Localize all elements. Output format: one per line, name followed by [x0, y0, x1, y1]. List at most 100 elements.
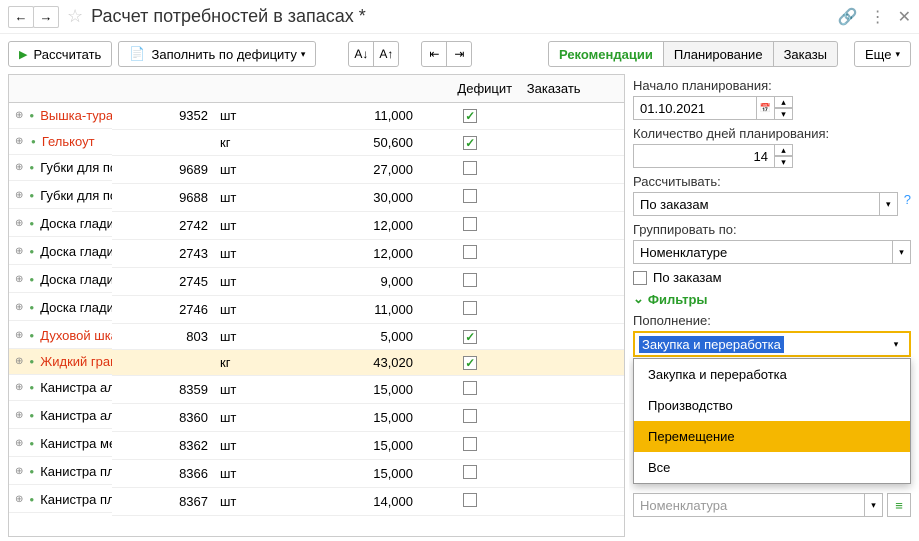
col-unit[interactable]	[400, 75, 443, 103]
expand-icon[interactable]: ⊕	[15, 494, 23, 505]
table-row[interactable]: ⊕●Губки для посуды "КУХОНЬЧИК" 3 шт/упак…	[9, 155, 624, 183]
fill-deficit-button[interactable]: 📄 Заполнить по дефициту ▾	[118, 41, 316, 67]
expand-icon[interactable]: ⊕	[15, 356, 23, 367]
group-select[interactable]: Номенклатуре	[633, 240, 893, 264]
tab-planning[interactable]: Планирование	[663, 41, 774, 67]
days-down[interactable]: ▾	[775, 156, 793, 168]
expand-icon[interactable]: ⊕	[15, 136, 25, 147]
table-row[interactable]: ⊕●Жидкий гранит (наполнитель)кг43,020	[9, 349, 624, 375]
outdent-button[interactable]: ⇤	[421, 41, 447, 67]
indent-button[interactable]: ⇥	[446, 41, 472, 67]
item-name: Доска гладильная НИКА ГРАНД (МЕТАЛЛ)	[40, 272, 111, 287]
expand-icon[interactable]: ⊕	[15, 466, 23, 477]
table-row[interactable]: ⊕●Канистра металлическая крашеная (Росси…	[9, 431, 624, 459]
order-checkbox[interactable]	[463, 245, 477, 259]
fill-option[interactable]: Все	[634, 452, 910, 483]
sort-asc-button[interactable]: А↓	[348, 41, 374, 67]
order-checkbox[interactable]	[463, 437, 477, 451]
table-row[interactable]: ⊕●Канистра пластмассовая (Россия), 21,58…	[9, 459, 624, 487]
table-row[interactable]: ⊕●Доска гладильная НИКА ГРАНД (МЕТАЛЛ)27…	[9, 267, 624, 295]
expand-icon[interactable]: ⊕	[15, 110, 23, 121]
fill-option[interactable]: Перемещение	[634, 421, 910, 452]
list-icon[interactable]: ≡	[887, 493, 911, 517]
col-name[interactable]	[9, 75, 345, 103]
order-checkbox[interactable]	[463, 330, 477, 344]
order-checkbox[interactable]	[463, 217, 477, 231]
side-panel: Начало планирования: 01.10.2021 📅 ▴ ▾ Ко…	[629, 74, 919, 541]
col-deficit[interactable]: Дефицит	[443, 75, 518, 103]
expand-icon[interactable]: ⊕	[15, 218, 23, 229]
table-row[interactable]: ⊕●Канистра пластмассовая (Россия), 31,5 …	[9, 487, 624, 515]
item-name: Губки для посуды РУССКАЯ ТРОЙКА 3шт/у…	[40, 188, 111, 203]
more-button[interactable]: Еще	[854, 41, 911, 67]
item-code	[112, 349, 215, 375]
sort-desc-button[interactable]: А↑	[373, 41, 399, 67]
days-input[interactable]: 14	[633, 144, 775, 168]
expand-icon[interactable]: ⊕	[15, 382, 23, 393]
nomenclature-input[interactable]: Номенклатура	[633, 493, 865, 517]
calc-dropdown-icon[interactable]: ▾	[880, 192, 898, 216]
expand-icon[interactable]: ⊕	[15, 246, 23, 257]
expand-icon[interactable]: ⊕	[15, 274, 23, 285]
order-checkbox[interactable]	[463, 465, 477, 479]
fill-option[interactable]: Производство	[634, 390, 910, 421]
table-row[interactable]: ⊕●Канистра алюминевая (Россия), 20 л.836…	[9, 403, 624, 431]
order-checkbox[interactable]	[463, 136, 477, 150]
table-row[interactable]: ⊕●Доска гладильная НИКА 10 (МЕТАЛЛ)2742ш…	[9, 211, 624, 239]
calendar-icon[interactable]: 📅	[757, 96, 775, 120]
expand-icon[interactable]: ⊕	[15, 302, 23, 313]
table-row[interactable]: ⊕●Доска гладильная НИКА 11 (МЕТАЛЛ)2743ш…	[9, 239, 624, 267]
table-row[interactable]: ⊕●Гелькоуткг50,600	[9, 129, 624, 155]
expand-icon[interactable]: ⊕	[15, 410, 23, 421]
fill-dropdown-icon[interactable]: ▾	[887, 339, 905, 350]
item-name: Канистра алюминевая (Россия), 10 л	[40, 380, 111, 395]
forward-button[interactable]: →	[33, 6, 59, 28]
close-icon[interactable]: ✕	[898, 7, 911, 27]
help-icon[interactable]: ?	[904, 192, 911, 216]
item-deficit: 27,000	[317, 155, 420, 183]
col-code[interactable]	[345, 75, 400, 103]
calc-select[interactable]: По заказам	[633, 192, 880, 216]
col-order[interactable]: Заказать	[518, 75, 589, 103]
fill-select[interactable]: Закупка и переработка ▾ Закупка и перера…	[633, 331, 911, 357]
order-checkbox[interactable]	[463, 301, 477, 315]
item-unit: шт	[214, 403, 317, 431]
start-date-input[interactable]: 01.10.2021	[633, 96, 757, 120]
order-checkbox[interactable]	[463, 273, 477, 287]
table-row[interactable]: ⊕●Духовой шкаф BOSCH803шт5,000	[9, 323, 624, 349]
back-button[interactable]: ←	[8, 6, 34, 28]
order-checkbox[interactable]	[463, 493, 477, 507]
start-date-label: Начало планирования:	[633, 78, 911, 93]
item-name: Духовой шкаф BOSCH	[40, 328, 111, 343]
expand-icon[interactable]: ⊕	[15, 162, 23, 173]
status-dot: ●	[29, 275, 34, 284]
order-checkbox[interactable]	[463, 189, 477, 203]
order-checkbox[interactable]	[463, 409, 477, 423]
expand-icon[interactable]: ⊕	[15, 190, 23, 201]
order-checkbox[interactable]	[463, 161, 477, 175]
fill-option[interactable]: Закупка и переработка	[634, 359, 910, 390]
link-icon[interactable]: 🔗	[838, 7, 858, 27]
expand-icon[interactable]: ⊕	[15, 330, 23, 341]
days-up[interactable]: ▴	[775, 144, 793, 156]
table-row[interactable]: ⊕●Доска гладильная ЭЛЬЗА ДЕ ЛЮКС (МЕТА…2…	[9, 295, 624, 323]
tab-recommendations[interactable]: Рекомендации	[548, 41, 664, 67]
table-row[interactable]: ⊕●Канистра алюминевая (Россия), 10 л8359…	[9, 375, 624, 403]
nomen-dropdown-icon[interactable]: ▾	[865, 493, 883, 517]
kebab-icon[interactable]: ⋮	[870, 7, 886, 27]
calculate-button[interactable]: ▶ Рассчитать	[8, 41, 112, 67]
order-checkbox[interactable]	[463, 381, 477, 395]
order-checkbox[interactable]	[463, 109, 477, 123]
table-row[interactable]: ⊕●Вышка-тура алюминиевая ТЕХНО-5 ("АЛЮМ……	[9, 103, 624, 129]
date-down[interactable]: ▾	[775, 108, 793, 120]
favorite-icon[interactable]: ☆	[67, 6, 83, 27]
tab-orders[interactable]: Заказы	[773, 41, 838, 67]
expand-icon[interactable]: ⊕	[15, 438, 23, 449]
filters-toggle[interactable]: ⌄ Фильтры	[633, 291, 911, 307]
date-up[interactable]: ▴	[775, 96, 793, 108]
order-checkbox[interactable]	[463, 356, 477, 370]
group-dropdown-icon[interactable]: ▾	[893, 240, 911, 264]
table-row[interactable]: ⊕●Губки для посуды РУССКАЯ ТРОЙКА 3шт/у……	[9, 183, 624, 211]
by-orders-checkbox[interactable]	[633, 271, 647, 285]
item-code: 8362	[112, 431, 215, 459]
